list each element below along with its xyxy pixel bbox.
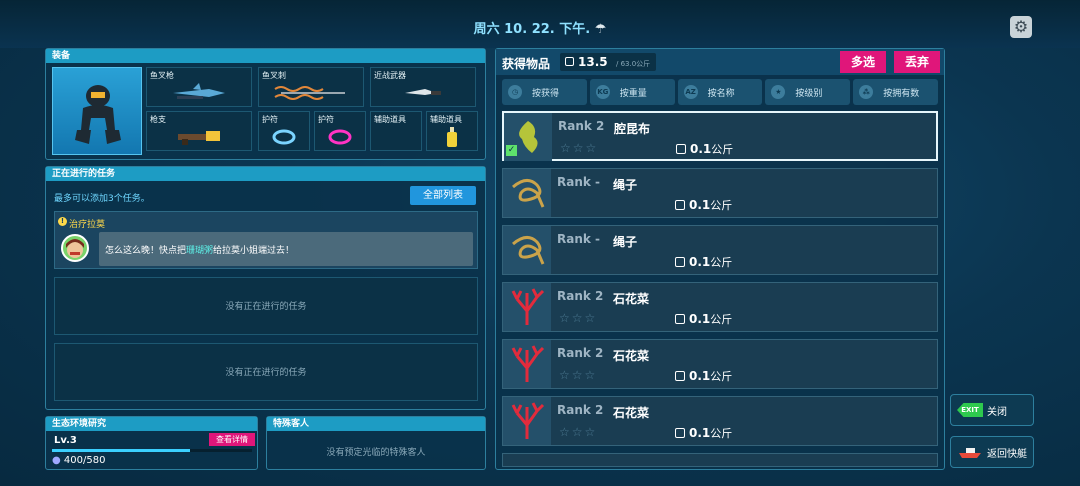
charm-slot-1[interactable]: 护符 (258, 111, 310, 151)
tab-sort-by-obtained[interactable]: ◷ 按获得 (502, 79, 587, 105)
rank-stars: ☆☆☆ (560, 141, 599, 155)
diver-suit-slot[interactable] (52, 67, 142, 155)
close-button[interactable]: EXIT 关闭 (950, 394, 1034, 426)
shark-speargun-icon (173, 83, 225, 99)
items-header: 获得物品 13.5 / 63.0公斤 多选 丢弃 (496, 49, 944, 75)
equipment-panel: 装备 鱼叉枪 鱼叉刺 近战武器 枪支 护符 护符 辅助道具 辅助道具 (45, 48, 486, 160)
aux-item-slot-1[interactable]: 辅助道具 (370, 111, 422, 151)
checkmark-icon: ✓ (506, 145, 517, 156)
task-dialogue: 怎么这么晚！快点把珊瑚粥给拉莫小姐端过去！ (99, 232, 473, 266)
research-exp-bar (52, 449, 252, 452)
tab-sort-by-owned[interactable]: ⁂ 按拥有数 (853, 79, 938, 105)
tab-sort-by-weight[interactable]: KG 按重量 (589, 79, 675, 105)
charm-slot-2[interactable]: 护符 (314, 111, 366, 151)
rope-icon (503, 169, 551, 217)
view-details-button[interactable]: 查看详情 (209, 433, 255, 446)
spear-slot[interactable]: 鱼叉刺 (258, 67, 364, 107)
tasks-title: 正在进行的任务 (46, 167, 485, 181)
settings-gear-button[interactable]: ⚙ (1010, 16, 1032, 38)
empty-task-slot: 没有正在进行的任务 (54, 343, 478, 401)
research-title: 生态环境研究 (46, 417, 257, 431)
ring-icon (328, 129, 352, 145)
item-weight: 0.1公斤 (675, 368, 732, 384)
multi-select-button[interactable]: 多选 (840, 51, 886, 73)
weight-icon (565, 57, 574, 66)
clock-icon: ◷ (508, 85, 522, 99)
item-weight: 0.1公斤 (675, 197, 732, 213)
guest-title: 特殊客人 (267, 417, 485, 431)
empty-task-slot: 没有正在进行的任务 (54, 277, 478, 335)
spear-icon (274, 86, 345, 100)
exp-orb-icon: ● (52, 455, 61, 466)
item-row[interactable]: Rank - 绳子 0.1公斤 (502, 225, 938, 275)
bracelet-icon (272, 129, 296, 145)
gun-slot[interactable]: 枪支 (146, 111, 252, 151)
grid-dots-icon: ⁂ (859, 85, 874, 99)
bottle-icon (447, 127, 457, 147)
item-weight: 0.1公斤 (675, 425, 732, 441)
guest-empty-label: 没有预定光临的特殊客人 (326, 448, 426, 458)
ongoing-tasks-panel: 正在进行的任务 最多可以添加3个任务。 全部列表 ! 治疗拉莫 怎么这么晚！快点… (45, 166, 486, 410)
rank-stars: ☆☆☆ (559, 425, 598, 439)
item-row[interactable]: Rank - 绳子 0.1公斤 (502, 168, 938, 218)
aux-item-slot-2[interactable]: 辅助道具 (426, 111, 478, 151)
gear-icon: ⚙ (1013, 17, 1029, 36)
npc-avatar (61, 234, 89, 262)
items-title: 获得物品 (502, 57, 551, 71)
special-guest-panel: 特殊客人 没有预定光临的特殊客人 (266, 416, 486, 470)
item-row[interactable]: ✓ Rank 2 腔昆布 ☆☆☆ 0.1公斤 (502, 111, 938, 161)
rope-icon (503, 226, 551, 274)
diver-figure-icon (75, 85, 121, 144)
handgun-icon (178, 131, 220, 145)
exit-icon: EXIT (957, 403, 983, 417)
sort-tabs: ◷ 按获得 KG 按重量 AZ 按名称 ★ 按级别 ⁂ 按拥有数 (502, 79, 938, 105)
research-level: Lv.3 (54, 435, 77, 446)
tasks-hint: 最多可以添加3个任务。 (54, 194, 150, 204)
top-bar: 周六 10. 22. 下午. ☂ ⚙ (0, 0, 1080, 48)
weight-kg-icon: KG (595, 85, 610, 99)
rank-stars: ☆☆☆ (559, 311, 598, 325)
az-icon: AZ (683, 85, 698, 99)
all-tasks-list-button[interactable]: 全部列表 (410, 186, 476, 205)
item-row[interactable]: Rank 2 石花菜 ☆☆☆ 0.1公斤 (502, 339, 938, 389)
red-seaweed-icon (503, 283, 551, 331)
red-seaweed-icon (503, 397, 551, 445)
discard-button[interactable]: 丢弃 (894, 51, 940, 73)
tab-sort-by-name[interactable]: AZ 按名称 (677, 79, 763, 105)
datetime-display: 周六 10. 22. 下午. ☂ (473, 22, 607, 37)
tab-sort-by-rank[interactable]: ★ 按级别 (765, 79, 851, 105)
weather-cloud-icon: ☂ (594, 22, 607, 37)
task-name: 治疗拉莫 (69, 220, 106, 230)
melee-weapon-slot[interactable]: 近战武器 (370, 67, 476, 107)
ecology-research-panel: 生态环境研究 Lv.3 查看详情 ● 400/580 (45, 416, 258, 470)
item-row[interactable]: Rank 2 石花菜 ☆☆☆ 0.1公斤 (502, 282, 938, 332)
rank-stars: ☆☆☆ (559, 368, 598, 382)
obtained-items-panel: 获得物品 13.5 / 63.0公斤 多选 丢弃 ◷ 按获得 KG 按重量 AZ 按名… (495, 48, 945, 470)
item-row-partial[interactable] (502, 453, 938, 467)
speargun-slot[interactable]: 鱼叉枪 (146, 67, 252, 107)
alert-icon: ! (58, 217, 67, 226)
research-exp-value: ● 400/580 (52, 455, 106, 466)
weight-capacity: 13.5 / 63.0公斤 (560, 53, 656, 71)
boat-icon (959, 448, 981, 458)
item-weight: 0.1公斤 (675, 254, 732, 270)
item-row[interactable]: Rank 2 石花菜 ☆☆☆ 0.1公斤 (502, 396, 938, 446)
active-task-card[interactable]: ! 治疗拉莫 怎么这么晚！快点把珊瑚粥给拉莫小姐端过去！ (54, 211, 478, 269)
star-icon: ★ (771, 85, 786, 99)
item-weight: 0.1公斤 (676, 141, 733, 157)
red-seaweed-icon (503, 340, 551, 388)
knife-icon (405, 89, 441, 95)
equipment-title: 装备 (46, 49, 485, 63)
return-to-boat-button[interactable]: 返回快艇 (950, 436, 1034, 468)
item-weight: 0.1公斤 (675, 311, 732, 327)
